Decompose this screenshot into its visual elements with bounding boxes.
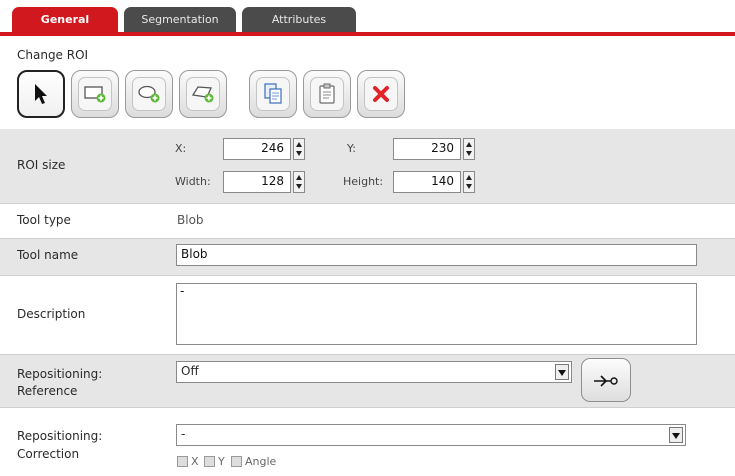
correction-x-checkbox[interactable] [177,456,188,467]
tab-bar: General Segmentation Attributes [0,0,735,36]
tool-type-label: Tool type [17,213,71,227]
tool-name-input[interactable]: Blob [176,244,697,266]
reference-selected-value: Off [181,364,199,378]
tab-general[interactable]: General [12,7,118,32]
select-pointer-button[interactable] [17,70,65,118]
tool-properties-panel: General Segmentation Attributes Change R… [0,0,735,476]
correction-x-label: X [191,455,199,468]
width-input[interactable]: 128 [223,171,291,193]
change-roi-title: Change ROI [17,48,89,62]
width-spinner[interactable] [293,171,305,193]
add-rectangle-icon [84,86,106,103]
width-label: Width: [175,175,211,188]
correction-y-label: Y [218,455,225,468]
roi-size-row: ROI size X: 246 Y: 230 Width: 128 Height… [0,129,735,204]
description-textarea[interactable]: - [176,283,697,345]
correction-select[interactable]: - [176,424,686,446]
tab-segmentation[interactable]: Segmentation [124,7,236,32]
add-polygon-roi-button[interactable] [179,70,227,118]
pointer-arrow-icon [35,84,47,104]
repositioning-correction-label-line2: Correction [17,447,80,461]
x-label: X: [175,142,187,155]
tool-type-value: Blob [177,213,204,227]
tool-type-row: Tool type Blob [0,204,735,239]
x-spinner[interactable] [293,138,305,160]
x-input[interactable]: 246 [223,138,291,160]
paste-icon [319,83,335,104]
description-label: Description [17,307,86,321]
y-input[interactable]: 230 [393,138,461,160]
tool-name-row: Tool name Blob [0,239,735,276]
add-rectangle-roi-button[interactable] [71,70,119,118]
repositioning-reference-label-line2: Reference [17,384,78,398]
correction-y-checkbox[interactable] [204,456,215,467]
y-label: Y: [347,142,356,155]
correction-angle-checkbox[interactable] [231,456,242,467]
set-reference-button[interactable] [581,358,631,402]
delete-button[interactable] [357,70,405,118]
paste-button[interactable] [303,70,351,118]
delete-icon [373,86,389,102]
reference-select[interactable]: Off [176,361,572,383]
repositioning-reference-label-line1: Repositioning: [17,367,103,381]
tab-attributes[interactable]: Attributes [242,7,356,32]
repositioning-correction-row: Repositioning: Correction - [0,408,735,476]
height-label: Height: [343,175,384,188]
correction-angle-label: Angle [245,455,277,468]
roi-size-label: ROI size [17,158,66,172]
height-input[interactable]: 140 [393,171,461,193]
height-spinner[interactable] [463,171,475,193]
copy-icon [264,83,282,104]
add-ellipse-roi-button[interactable] [125,70,173,118]
tool-name-label: Tool name [17,248,79,262]
chevron-down-icon [669,427,683,443]
add-polygon-icon [191,86,214,103]
chevron-down-icon [555,364,569,380]
y-spinner[interactable] [463,138,475,160]
link-arrow-icon [594,375,618,387]
description-row: Description - [0,276,735,355]
correction-selected-value: - [181,427,186,441]
copy-button[interactable] [249,70,297,118]
add-ellipse-icon [138,85,160,103]
repositioning-correction-label-line1: Repositioning: [17,429,103,443]
